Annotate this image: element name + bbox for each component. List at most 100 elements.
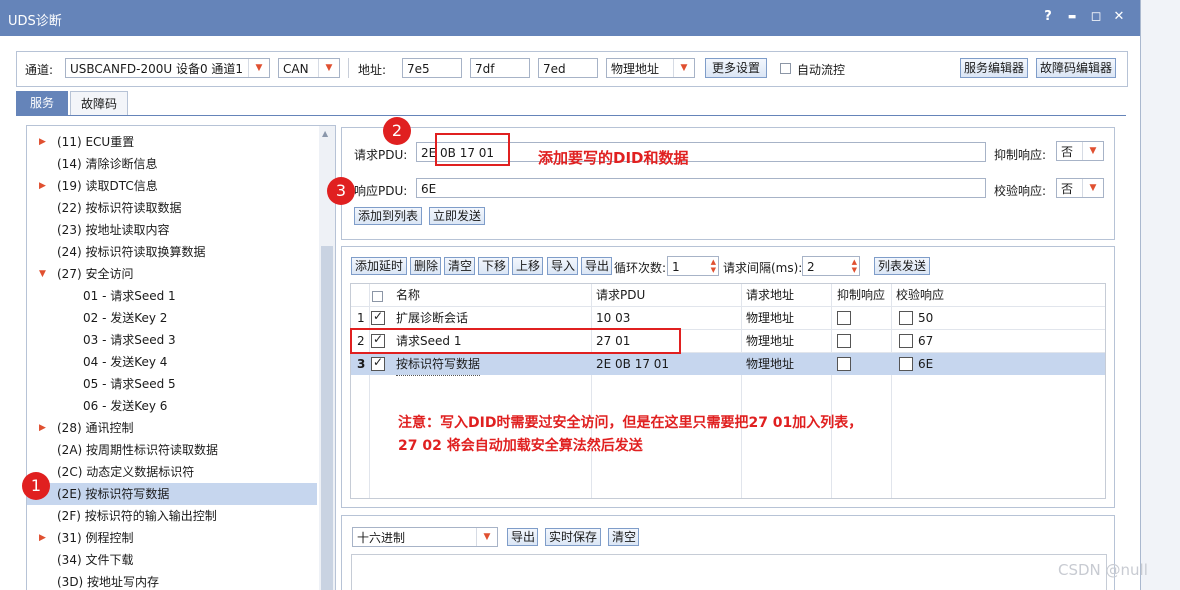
tree-item[interactable]: (24) 按标识符读取换算数据 (27, 241, 317, 263)
send-now-button[interactable]: 立即发送 (429, 207, 485, 225)
delete-button[interactable]: 删除 (410, 257, 441, 275)
tree-item[interactable]: (2F) 按标识符的输入输出控制 (27, 505, 317, 527)
tree-item-label: 02 - 发送Key 2 (83, 311, 168, 325)
tree-child-item[interactable]: 04 - 发送Key 4 (27, 351, 317, 373)
tree-item-label: (2C) 动态定义数据标识符 (57, 465, 195, 479)
tree-item[interactable]: (34) 文件下载 (27, 549, 317, 571)
tree-item[interactable]: ▼ (27) 安全访问 (27, 263, 317, 285)
loop-count-input[interactable]: 1 ▲ ▼ (667, 256, 719, 276)
tab-services[interactable]: 服务 (16, 91, 68, 115)
tree-child-item[interactable]: 06 - 发送Key 6 (27, 395, 317, 417)
tree-child-item[interactable]: 03 - 请求Seed 3 (27, 329, 317, 351)
format-select[interactable]: 十六进制 ▼ (352, 527, 498, 547)
suppress-checkbox[interactable] (837, 357, 851, 371)
chevron-down-icon: ▼ (476, 528, 497, 546)
clear-list-button[interactable]: 清空 (444, 257, 475, 275)
row-checkbox[interactable] (371, 355, 385, 371)
interval-input[interactable]: 2 ▲ ▼ (802, 256, 860, 276)
verify-checkbox[interactable] (899, 311, 913, 325)
table-row[interactable]: 1 扩展诊断会话 10 03 物理地址 50 (351, 307, 1105, 329)
export-output-button[interactable]: 导出 (507, 528, 538, 546)
column-header-pdu[interactable]: 请求PDU (596, 284, 645, 306)
add-delay-button[interactable]: 添加延时 (351, 257, 407, 275)
auto-flow-checkbox[interactable] (780, 63, 791, 74)
column-header-verify[interactable]: 校验响应 (896, 284, 944, 306)
verify-checkbox[interactable] (899, 357, 913, 371)
realtime-save-button[interactable]: 实时保存 (545, 528, 601, 546)
help-button[interactable]: ? (1040, 9, 1056, 25)
list-send-button[interactable]: 列表发送 (874, 257, 930, 275)
scroll-up-icon[interactable]: ▲ (322, 129, 328, 138)
minimize-button[interactable]: ▬ (1064, 9, 1080, 25)
tree-item[interactable]: ▶ (19) 读取DTC信息 (27, 175, 317, 197)
expand-arrow-icon[interactable]: ▶ (39, 527, 46, 549)
suppress-response-select[interactable]: 否 ▼ (1056, 141, 1104, 161)
clear-output-button[interactable]: 清空 (608, 528, 639, 546)
close-button[interactable]: ✕ (1111, 9, 1127, 25)
expand-arrow-icon[interactable]: ▶ (39, 175, 46, 197)
dtc-editor-button[interactable]: 故障码编辑器 (1036, 58, 1116, 78)
tree-item[interactable]: (2C) 动态定义数据标识符 (27, 461, 317, 483)
expand-arrow-icon[interactable]: ▶ (39, 131, 46, 153)
expand-arrow-icon[interactable]: ▶ (39, 417, 46, 439)
tree-item-label: 01 - 请求Seed 1 (83, 289, 176, 303)
annotation-marker-2: 2 (383, 117, 411, 145)
column-header-name[interactable]: 名称 (396, 284, 420, 306)
tree-child-item[interactable]: 05 - 请求Seed 5 (27, 373, 317, 395)
channel-select[interactable]: USBCANFD-200U 设备0 通道1 ▼ (65, 58, 270, 78)
chevron-down-icon: ▼ (1082, 142, 1103, 160)
scrollbar-thumb[interactable] (321, 246, 333, 590)
tree-child-item[interactable]: 01 - 请求Seed 1 (27, 285, 317, 307)
response-pdu-input[interactable]: 6E (416, 178, 986, 198)
tree-item[interactable]: (2A) 按周期性标识符读取数据 (27, 439, 317, 461)
suppress-checkbox[interactable] (837, 311, 851, 325)
tree-item[interactable]: (3D) 按地址写内存 (27, 571, 317, 590)
add-to-list-button[interactable]: 添加到列表 (354, 207, 422, 225)
service-editor-button[interactable]: 服务编辑器 (960, 58, 1028, 78)
annotation-box-pdu (435, 133, 510, 166)
tree-item[interactable]: (22) 按标识符读取数据 (27, 197, 317, 219)
loop-count-value: 1 (672, 260, 680, 274)
output-log[interactable] (351, 554, 1107, 590)
tree-item[interactable]: ▶ (11) ECU重置 (27, 131, 317, 153)
spinner-icon[interactable]: ▲ ▼ (852, 258, 857, 274)
maximize-button[interactable]: ◻ (1088, 9, 1104, 25)
address-input-2[interactable]: 7df (470, 58, 530, 78)
select-all-checkbox[interactable] (372, 291, 383, 302)
move-down-button[interactable]: 下移 (478, 257, 509, 275)
protocol-select[interactable]: CAN ▼ (278, 58, 340, 78)
tree-item-label: 04 - 发送Key 4 (83, 355, 168, 369)
row-number: 3 (357, 357, 366, 371)
verify-response-select[interactable]: 否 ▼ (1056, 178, 1104, 198)
tree-item-label: 06 - 发送Key 6 (83, 399, 168, 413)
did-note: 添加要写的DID和数据 (538, 149, 689, 167)
column-header-suppress[interactable]: 抑制响应 (837, 284, 885, 306)
spinner-icon[interactable]: ▲ ▼ (711, 258, 716, 274)
tree-item[interactable]: (23) 按地址读取内容 (27, 219, 317, 241)
suppress-checkbox[interactable] (837, 334, 851, 348)
divider (348, 58, 349, 78)
row-verify-value: 50 (918, 311, 934, 325)
more-settings-button[interactable]: 更多设置 (705, 58, 767, 78)
address-input-3[interactable]: 7ed (538, 58, 598, 78)
tree-item-selected[interactable]: (2E) 按标识符写数据 (27, 483, 317, 505)
row-checkbox[interactable] (371, 309, 385, 325)
import-button[interactable]: 导入 (547, 257, 578, 275)
move-up-button[interactable]: 上移 (512, 257, 543, 275)
column-header-address[interactable]: 请求地址 (746, 284, 794, 306)
address-input-1[interactable]: 7e5 (402, 58, 462, 78)
interval-label: 请求间隔(ms): (723, 261, 803, 275)
tree-item[interactable]: (14) 清除诊断信息 (27, 153, 317, 175)
collapse-arrow-icon[interactable]: ▼ (39, 263, 46, 285)
tree-child-item[interactable]: 02 - 发送Key 2 (27, 307, 317, 329)
security-note-line2: 27 02 将会自动加载安全算法然后发送 (398, 438, 643, 454)
address-type-select[interactable]: 物理地址 ▼ (606, 58, 695, 78)
table-row-selected[interactable]: 3 按标识符写数据 2E 0B 17 01 物理地址 6E (351, 353, 1105, 376)
service-tree: ▶ (11) ECU重置 (14) 清除诊断信息 ▶ (19) 读取DTC信息 (2… (26, 125, 336, 590)
tree-item[interactable]: ▶ (31) 例程控制 (27, 527, 317, 549)
verify-checkbox[interactable] (899, 334, 913, 348)
window-title: UDS诊断 (8, 14, 62, 29)
tree-item[interactable]: ▶ (28) 通讯控制 (27, 417, 317, 439)
tab-dtc[interactable]: 故障码 (70, 91, 128, 115)
export-list-button[interactable]: 导出 (581, 257, 612, 275)
